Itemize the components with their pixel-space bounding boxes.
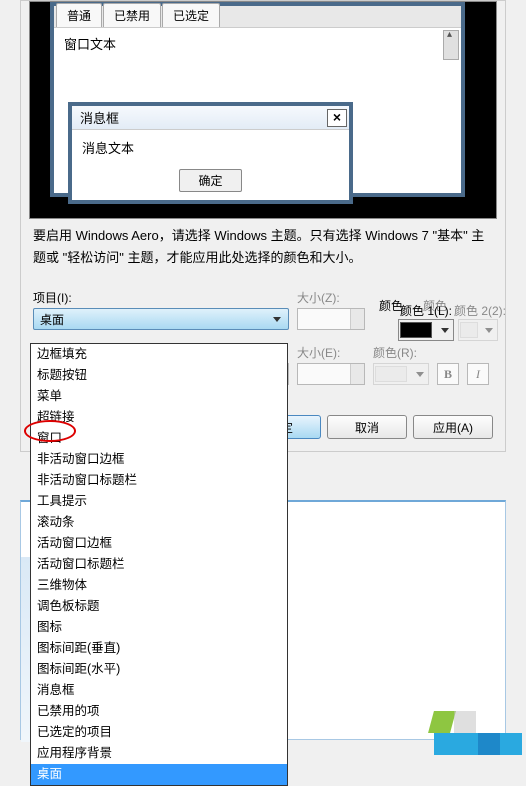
font-color-combo[interactable] [373, 363, 429, 385]
dropdown-option[interactable]: 窗口 [31, 428, 287, 449]
dropdown-option[interactable]: 桌面 [31, 764, 287, 785]
dropdown-option[interactable]: 图标 [31, 617, 287, 638]
item-dropdown-list[interactable]: 边框填充标题按钮菜单超链接窗口非活动窗口边框非活动窗口标题栏工具提示滚动条活动窗… [30, 343, 288, 786]
preview-messagebox-ok-button: 确定 [179, 169, 241, 192]
pixel-gray [454, 711, 476, 733]
color1-label: 颜色 1(L): [400, 302, 452, 319]
pixel-blue-4 [500, 733, 522, 755]
color-swatch [400, 322, 432, 338]
dropdown-option[interactable]: 已选定的项目 [31, 722, 287, 743]
dropdown-option[interactable]: 活动窗口边框 [31, 533, 287, 554]
info-text: 要启用 Windows Aero，请选择 Windows 主题。只有选择 Win… [33, 225, 493, 269]
dropdown-option[interactable]: 活动窗口标题栏 [31, 554, 287, 575]
color2-combo[interactable] [458, 319, 498, 341]
color2-label: 颜色 2(2): [454, 302, 506, 319]
preview-messagebox-footer: 确定 [72, 163, 349, 200]
dropdown-option[interactable]: 图标间距(水平) [31, 659, 287, 680]
preview-messagebox: 消息框 × 消息文本 确定 [68, 102, 353, 204]
dropdown-option[interactable]: 三维物体 [31, 575, 287, 596]
dropdown-option[interactable]: 应用程序背景 [31, 743, 287, 764]
preview-scrollbar [443, 30, 459, 60]
apply-button[interactable]: 应用(A) [413, 415, 493, 439]
pixel-blue-3 [478, 733, 500, 755]
size-e-spinner[interactable] [297, 363, 365, 385]
chevron-down-icon [416, 372, 424, 377]
chevron-down-icon [269, 311, 285, 327]
close-icon: × [327, 109, 347, 127]
preview-window-text: 窗口文本 [64, 34, 451, 53]
chevron-down-icon [485, 328, 493, 333]
dropdown-option[interactable]: 已禁用的项 [31, 701, 287, 722]
chevron-down-icon [441, 328, 449, 333]
dropdown-option[interactable]: 边框填充 [31, 344, 287, 365]
dropdown-option[interactable]: 图标间距(垂直) [31, 638, 287, 659]
dropdown-option[interactable]: 消息框 [31, 680, 287, 701]
preview-tabs: 普通 已禁用 已选定 [54, 6, 461, 28]
preview-messagebox-title-text: 消息框 [80, 108, 119, 127]
preview-tab-disabled: 已禁用 [103, 3, 161, 27]
dropdown-option[interactable]: 非活动窗口边框 [31, 449, 287, 470]
color-swatch [460, 322, 478, 338]
dropdown-option[interactable]: 非活动窗口标题栏 [31, 470, 287, 491]
italic-toggle[interactable]: I [467, 363, 489, 385]
item-combobox[interactable]: 桌面 [33, 308, 289, 330]
dropdown-option[interactable]: 工具提示 [31, 491, 287, 512]
color-swatch [375, 366, 407, 382]
item-combobox-value: 桌面 [40, 311, 64, 328]
preview-tab-selected: 已选定 [162, 3, 220, 27]
color-r-label: 颜色(R): [373, 344, 429, 361]
preview-area: 普通 已禁用 已选定 窗口文本 消息框 × 消息文本 确定 [29, 1, 497, 219]
preview-messagebox-body: 消息文本 [72, 130, 349, 163]
size-e-label: 大小(E): [297, 344, 365, 361]
pixel-blue-2 [456, 733, 478, 755]
dropdown-option[interactable]: 菜单 [31, 386, 287, 407]
dropdown-option[interactable]: 超链接 [31, 407, 287, 428]
spinner-buttons-icon [350, 364, 364, 384]
bold-toggle[interactable]: B [437, 363, 459, 385]
color1-combo[interactable] [398, 319, 454, 341]
cancel-button[interactable]: 取消 [327, 415, 407, 439]
dropdown-option[interactable]: 调色板标题 [31, 596, 287, 617]
dropdown-option[interactable]: 标题按钮 [31, 365, 287, 386]
pixel-blue-1 [434, 733, 456, 755]
dropdown-option[interactable]: 滚动条 [31, 512, 287, 533]
preview-messagebox-title: 消息框 × [72, 106, 349, 130]
preview-tab-normal: 普通 [56, 3, 102, 27]
item-label: 项目(I): [33, 289, 289, 306]
